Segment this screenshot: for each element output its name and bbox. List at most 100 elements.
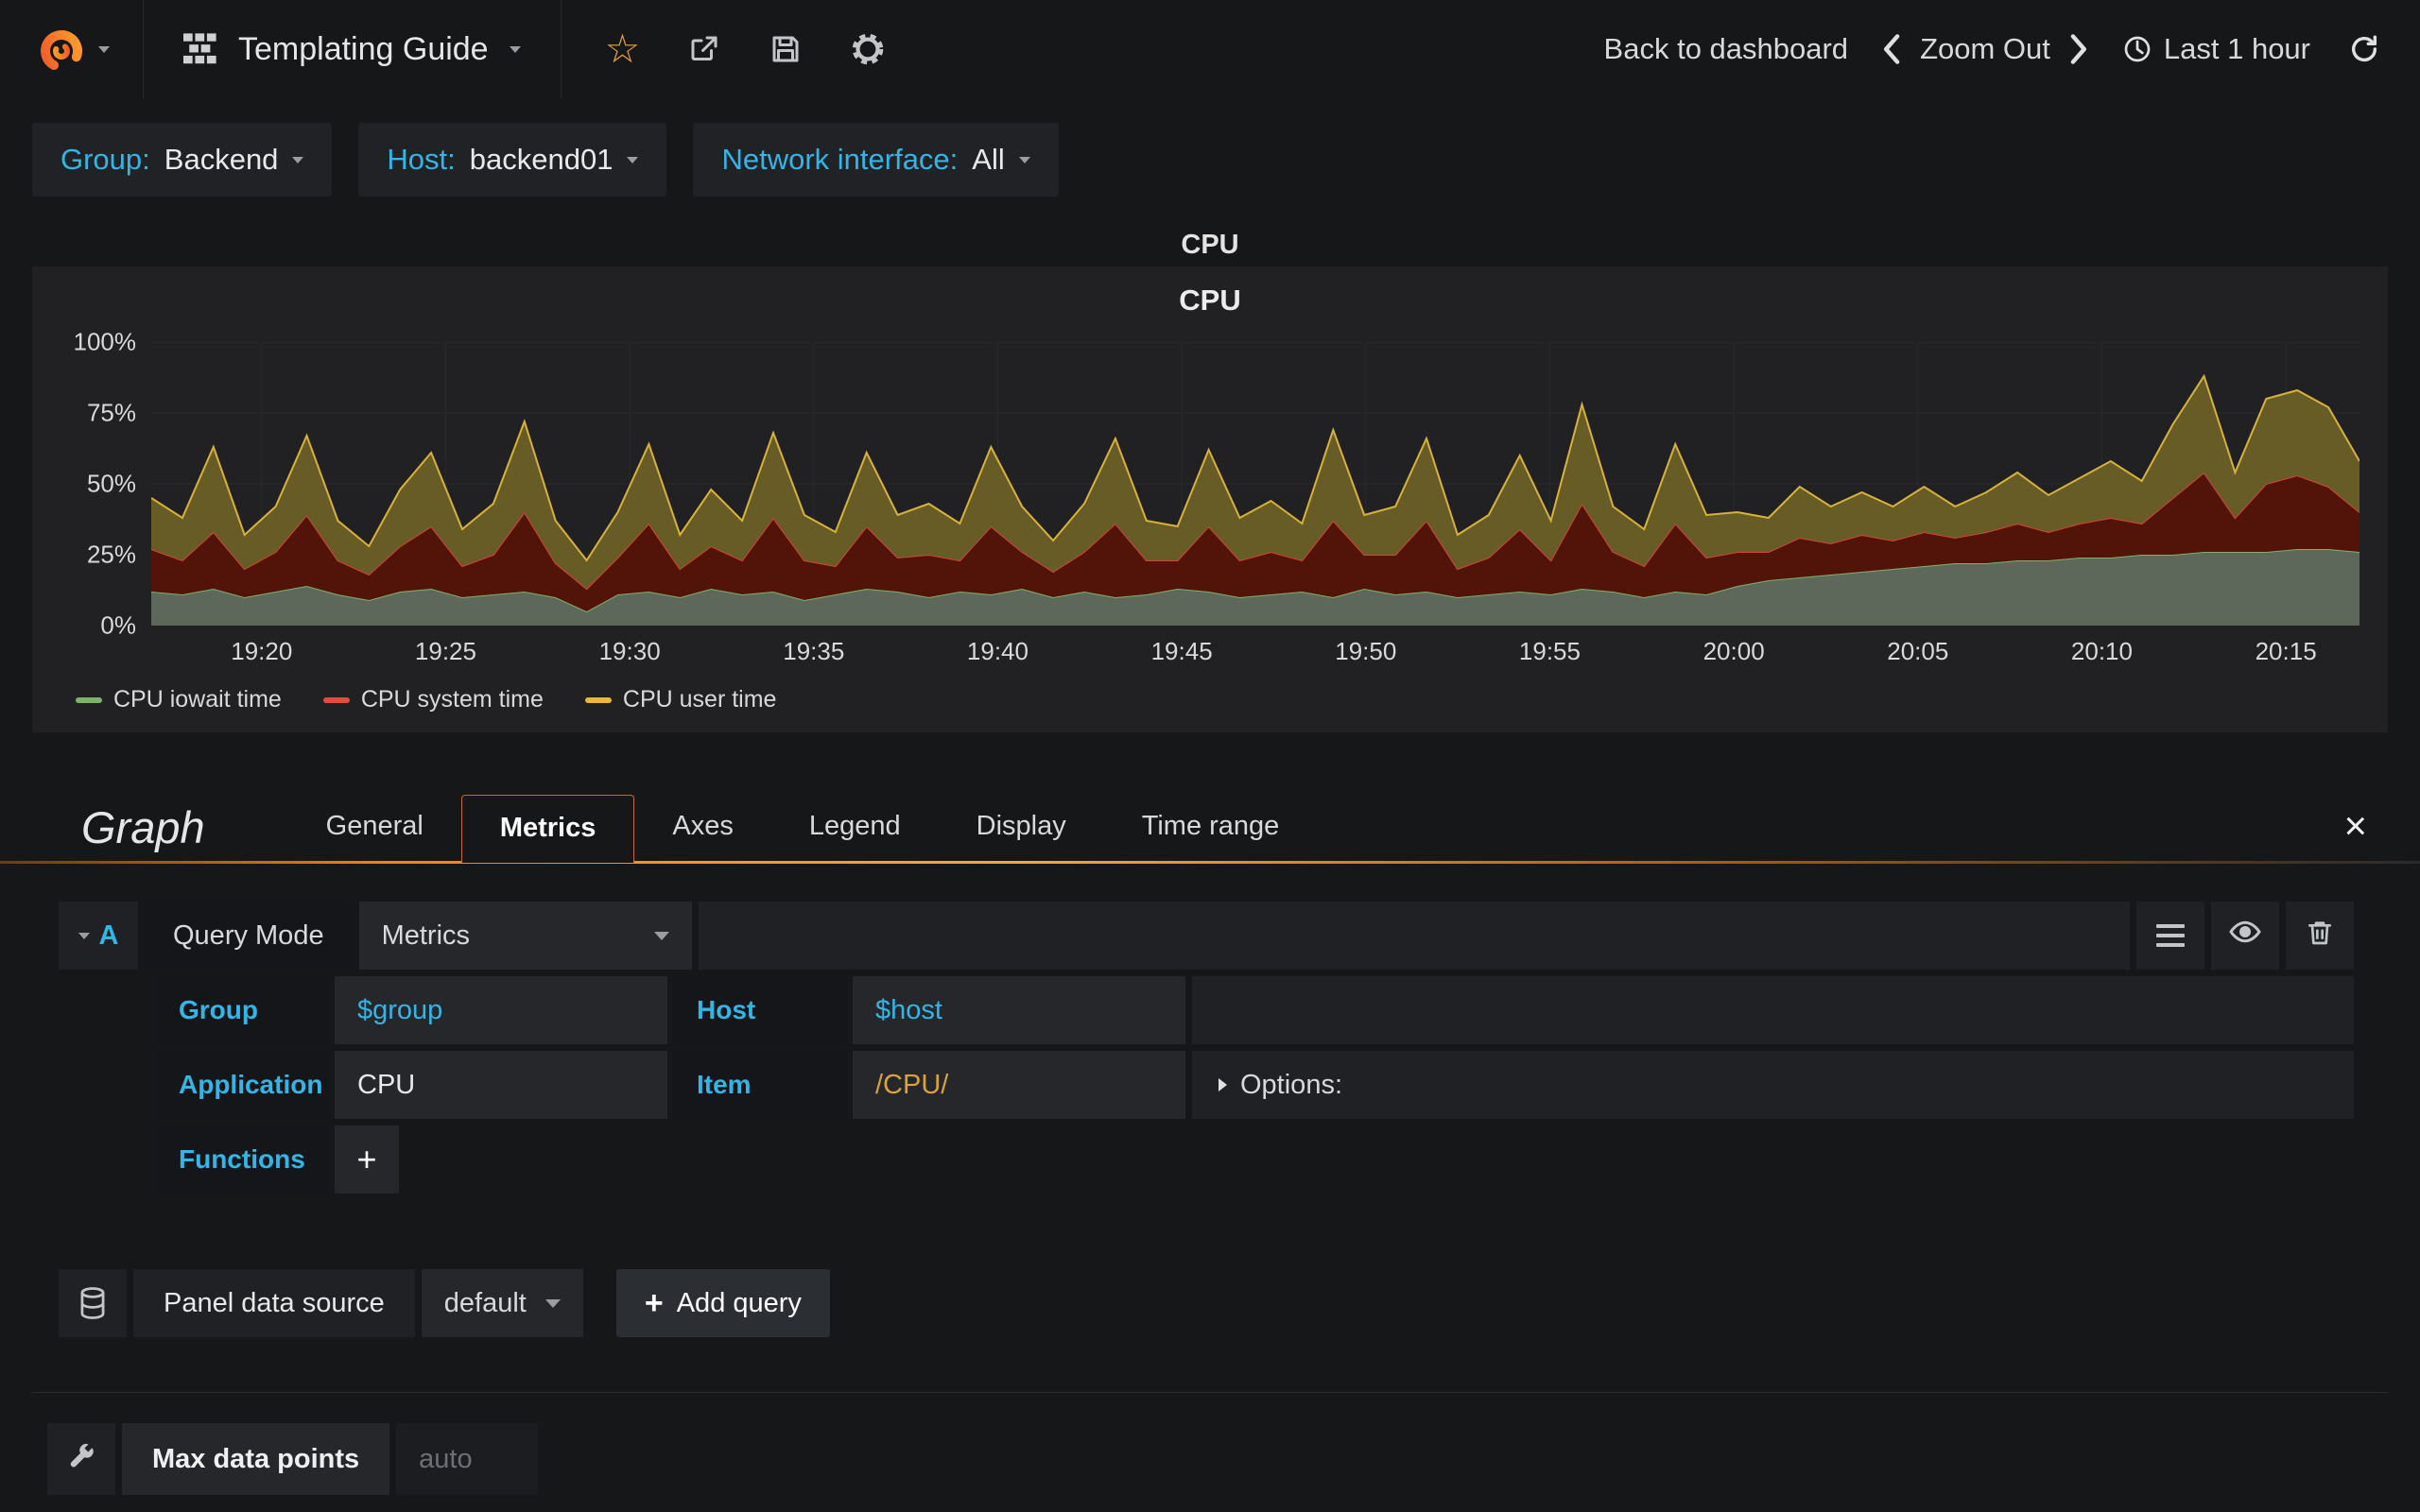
chart-legend: CPU iowait time CPU system time CPU user t… bbox=[76, 686, 2360, 713]
navbar-right: Back to dashboard Zoom Out Last 1 hour bbox=[1604, 32, 2420, 66]
row-filler bbox=[1192, 976, 2354, 1044]
panel-drag-title[interactable]: CPU bbox=[0, 223, 2420, 266]
item-label: Item bbox=[674, 1051, 846, 1119]
zoom-out-button[interactable]: Zoom Out bbox=[1920, 32, 2050, 66]
close-icon[interactable]: × bbox=[2343, 806, 2367, 846]
chart-plot[interactable] bbox=[151, 342, 2360, 626]
grafana-menu-button[interactable] bbox=[0, 0, 144, 98]
var-caret-icon bbox=[1018, 156, 1030, 163]
plus-icon: + bbox=[644, 1284, 664, 1321]
panel-editor: Graph General Metrics Axes Legend Display Tim… bbox=[0, 793, 2420, 1495]
gear-icon[interactable] bbox=[850, 31, 886, 67]
add-query-button[interactable]: + Add query bbox=[615, 1269, 830, 1337]
panel-datasource-label: Panel data source bbox=[133, 1269, 415, 1337]
var-label: Host: bbox=[387, 143, 456, 176]
template-var[interactable]: Network interface: All bbox=[693, 123, 1059, 197]
max-data-points-label: Max data points bbox=[122, 1423, 390, 1495]
chevron-right-icon[interactable] bbox=[2067, 33, 2088, 65]
host-value: $host bbox=[875, 994, 942, 1025]
add-query-label: Add query bbox=[676, 1287, 802, 1318]
tab-metrics[interactable]: Metrics bbox=[460, 795, 635, 863]
query-mode-label: Query Mode bbox=[145, 902, 353, 970]
chart-y-axis: 100% 75% 50% 25% 0% bbox=[60, 328, 151, 640]
query-delete-button[interactable] bbox=[2286, 902, 2354, 970]
template-var[interactable]: Group: Backend bbox=[32, 123, 333, 197]
query-collapse-button[interactable]: A bbox=[59, 902, 138, 970]
editor-panel-type: Graph bbox=[81, 802, 205, 852]
dashboard-actions: ☆ bbox=[562, 29, 887, 69]
chevron-left-icon[interactable] bbox=[1882, 33, 1903, 65]
var-label: Group: bbox=[60, 143, 150, 176]
query-row-a: A Query Mode Metrics bbox=[59, 902, 2354, 970]
legend-marker bbox=[584, 696, 612, 703]
query-menu-button[interactable] bbox=[2136, 902, 2204, 970]
wrench-icon bbox=[47, 1423, 115, 1495]
tab-legend[interactable]: Legend bbox=[771, 794, 939, 861]
tab-general[interactable]: General bbox=[288, 794, 461, 861]
tab-time-range[interactable]: Time range bbox=[1104, 794, 1318, 861]
hamburger-icon bbox=[2156, 924, 2185, 947]
top-navbar: Templating Guide ☆ Back to dashboard Zoo… bbox=[0, 0, 2420, 98]
dashboard-title-caret-icon bbox=[509, 45, 521, 53]
refresh-icon[interactable] bbox=[2348, 33, 2380, 65]
functions-label: Functions bbox=[156, 1125, 328, 1194]
save-icon[interactable] bbox=[769, 32, 803, 66]
x-tick-label: 20:15 bbox=[2255, 637, 2317, 665]
item-input[interactable]: /CPU/ bbox=[853, 1051, 1185, 1119]
time-range-picker[interactable]: Last 1 hour bbox=[2122, 32, 2310, 66]
var-value: All bbox=[972, 143, 1005, 176]
x-tick-label: 19:40 bbox=[966, 637, 1028, 665]
item-value: /CPU/ bbox=[875, 1069, 949, 1100]
eye-icon bbox=[2228, 915, 2262, 956]
grafana-menu-caret-icon bbox=[97, 45, 110, 53]
query-toggle-visibility-button[interactable] bbox=[2211, 902, 2279, 970]
var-label: Network interface: bbox=[721, 143, 959, 176]
datasource-caret-icon bbox=[544, 1298, 561, 1308]
share-icon[interactable] bbox=[687, 32, 721, 66]
query-row-group-host: Group $group Host $host bbox=[59, 976, 2354, 1044]
query-ref-letter: A bbox=[98, 919, 119, 951]
application-input[interactable]: CPU bbox=[335, 1051, 667, 1119]
var-caret-icon bbox=[627, 156, 639, 163]
star-icon[interactable]: ☆ bbox=[605, 29, 641, 69]
host-input[interactable]: $host bbox=[853, 976, 1185, 1044]
var-caret-icon bbox=[292, 156, 304, 163]
add-function-button[interactable]: + bbox=[335, 1125, 399, 1194]
options-toggle[interactable]: Options: bbox=[1192, 1070, 1369, 1101]
tab-axes[interactable]: Axes bbox=[634, 794, 770, 861]
x-tick-label: 19:25 bbox=[414, 637, 476, 665]
row-filler bbox=[698, 902, 2130, 970]
chart-x-axis: 19:20 19:25 19:30 19:35 19:40 19:45 19:50 19:55… bbox=[151, 635, 2360, 675]
template-var[interactable]: Host: backend01 bbox=[358, 123, 667, 197]
application-label: Application bbox=[156, 1051, 328, 1119]
host-label: Host bbox=[674, 976, 846, 1044]
query-row-application-item: Application CPU Item /CPU/ Options: bbox=[59, 1051, 2354, 1119]
chart-title: CPU bbox=[1179, 284, 1241, 317]
legend-item[interactable]: CPU iowait time bbox=[76, 686, 282, 713]
legend-marker bbox=[76, 696, 102, 703]
max-data-points-input[interactable] bbox=[396, 1423, 539, 1495]
legend-item[interactable]: CPU user time bbox=[584, 686, 776, 713]
query-mode-value: Metrics bbox=[381, 919, 471, 951]
back-to-dashboard-button[interactable]: Back to dashboard bbox=[1604, 32, 1849, 66]
trash-icon bbox=[2305, 916, 2335, 955]
query-mode-select[interactable]: Metrics bbox=[358, 902, 692, 970]
x-tick-label: 19:45 bbox=[1150, 637, 1213, 665]
template-variables: Group: Backend Host: backend01 Network inter… bbox=[32, 123, 2420, 197]
datasource-row: Panel data source default + Add query bbox=[59, 1269, 2354, 1337]
legend-label: CPU iowait time bbox=[113, 686, 282, 713]
database-icon bbox=[59, 1269, 127, 1337]
options-caret-icon bbox=[1219, 1078, 1227, 1091]
tab-display[interactable]: Display bbox=[939, 794, 1104, 861]
clock-icon bbox=[2122, 34, 2152, 64]
dashboard-title-picker[interactable]: Templating Guide bbox=[144, 0, 562, 98]
datasource-value: default bbox=[443, 1287, 527, 1318]
editor-tabs: General Metrics Axes Legend Display Time rang… bbox=[288, 793, 1318, 863]
select-caret-icon bbox=[653, 931, 669, 940]
group-input[interactable]: $group bbox=[335, 976, 667, 1044]
legend-label: CPU system time bbox=[360, 686, 544, 713]
legend-item[interactable]: CPU system time bbox=[322, 686, 544, 713]
x-tick-label: 20:05 bbox=[1887, 637, 1949, 665]
x-tick-label: 19:35 bbox=[783, 637, 845, 665]
datasource-select[interactable]: default bbox=[421, 1269, 583, 1337]
